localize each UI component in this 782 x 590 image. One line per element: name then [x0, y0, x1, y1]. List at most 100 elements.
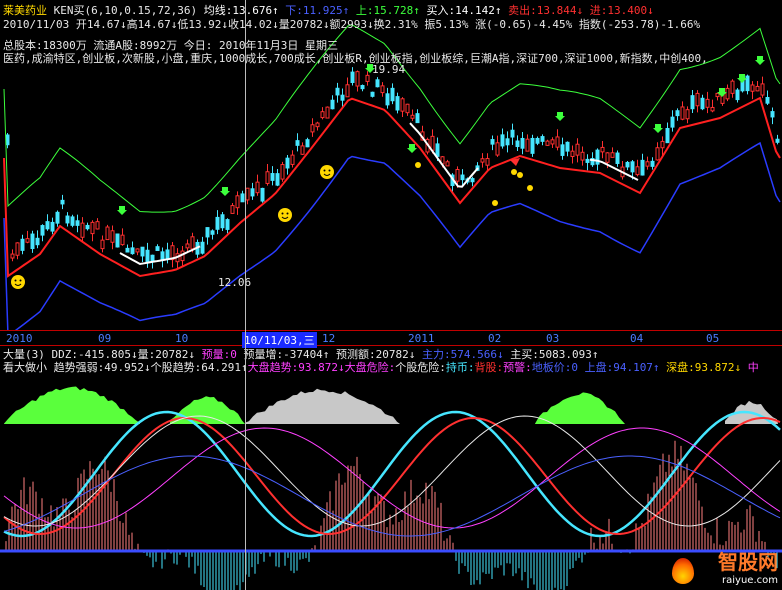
area-green-3: [535, 392, 625, 424]
candle-body: [80, 222, 85, 238]
indicator-2-seg-6: 持币:: [445, 361, 475, 374]
indicator-pane[interactable]: 大量(3) DDZ:-415.805↓量:20782↓ 预量:0 预量增:-37…: [0, 346, 782, 590]
smiley-eye: [328, 169, 331, 172]
candle-body: [55, 211, 60, 224]
candle-body: [520, 137, 525, 149]
indicator-2-seg-8: 预警:: [503, 361, 532, 374]
smiley-icon: [11, 275, 25, 289]
candle-body: [765, 97, 770, 104]
signal-dot: [492, 200, 498, 206]
candle-body: [325, 106, 330, 119]
candle-body: [715, 92, 720, 98]
candle-body: [760, 83, 765, 96]
candle-body: [10, 253, 15, 259]
indicator-2-seg-0: 看大做小: [3, 361, 54, 374]
smiley-eye: [14, 279, 17, 282]
candle-body: [290, 154, 295, 165]
buy-arrow-icon: [220, 187, 230, 196]
candle-body: [65, 215, 70, 224]
candle-body: [650, 160, 655, 167]
candle-body: [565, 141, 570, 152]
indicator-chart[interactable]: [0, 346, 782, 590]
indicator-2-seg-9: 地板价:0: [531, 361, 578, 374]
date-tick-2011: 2011: [408, 332, 435, 345]
candle-body: [385, 93, 390, 106]
candle-body: [305, 139, 310, 148]
candle-body: [85, 224, 90, 230]
candle-body: [120, 234, 125, 246]
candle-body: [210, 230, 215, 235]
candle-body: [20, 238, 25, 251]
candle-body: [630, 161, 635, 173]
kline-chart-pane[interactable]: 莱美药业 KEN买(6,10,0.15,72,36) 均线:13.676↑ 下:…: [0, 0, 782, 330]
date-tick-2010: 2010: [6, 332, 33, 345]
candle-body: [45, 221, 50, 230]
band-lower-blue: [3, 141, 781, 330]
candle-body: [190, 236, 195, 250]
candle-body: [680, 106, 685, 120]
candle-body: [575, 143, 580, 156]
candle-body: [345, 84, 350, 98]
candle-body: [460, 174, 465, 181]
candle-body: [30, 233, 35, 250]
candle-body: [110, 230, 115, 243]
smiley-eye: [323, 169, 326, 172]
candle-body: [125, 247, 130, 253]
candle-body: [140, 246, 145, 257]
candle-body: [365, 74, 370, 82]
buy-arrow-icon: [755, 56, 765, 65]
date-tick-03: 03: [546, 332, 560, 345]
candle-body: [500, 134, 505, 147]
indicator-2-seg-12: 中: [741, 361, 759, 374]
candle-body: [660, 140, 665, 149]
candle-body: [485, 158, 490, 166]
candle-body: [225, 219, 230, 230]
area-green-1: [4, 386, 140, 424]
line-white: [3, 415, 781, 527]
candle-body: [735, 89, 740, 101]
candle-body: [605, 152, 610, 163]
candle-body: [725, 87, 730, 100]
candle-body: [280, 164, 285, 180]
candle-body: [755, 85, 760, 92]
date-tick-10: 10: [175, 332, 189, 345]
candle-body: [295, 140, 300, 146]
candle-body: [480, 158, 485, 163]
candle-body: [160, 251, 165, 261]
smiley-icon: [278, 208, 292, 222]
smiley-eye: [286, 212, 289, 215]
candle-body: [695, 92, 700, 107]
candle-body: [495, 142, 500, 156]
candle-body: [730, 80, 735, 94]
candle-body: [205, 227, 210, 238]
date-tick-02: 02: [488, 332, 502, 345]
candle-body: [550, 139, 555, 145]
candle-body: [50, 221, 55, 232]
candle-body: [380, 85, 385, 94]
ma-line-white-2: [409, 122, 479, 188]
candle-body: [400, 98, 405, 112]
candle-body: [595, 149, 600, 165]
candle-body: [375, 79, 380, 88]
candle-body: [310, 124, 315, 133]
candle-body: [315, 122, 320, 128]
crosshair-vertical: [245, 0, 246, 590]
candle-body: [300, 145, 305, 155]
header-quote-line: 2010/11/03 开14.67↓高14.67↓低13.92↓收14.02↓量…: [3, 18, 701, 31]
indicator-line2: 看大做小 趋势强弱:49.952↓个股趋势:64.291↑大盘趋势:93.872…: [3, 359, 759, 375]
candle-body: [70, 216, 75, 226]
candle-body: [165, 249, 170, 259]
date-tick-05: 05: [706, 332, 720, 345]
signal-dot: [517, 172, 523, 178]
candle-body: [655, 147, 660, 161]
watermark-sub: raiyue.com: [722, 575, 778, 586]
candle-body: [415, 113, 420, 124]
candle-body: [530, 137, 535, 154]
candle-body: [240, 193, 245, 203]
candle-body: [525, 138, 530, 152]
candle-body: [505, 138, 510, 146]
candle-body: [15, 242, 20, 256]
candle-body: [635, 166, 640, 176]
candle-body: [615, 152, 620, 164]
candle-body: [130, 247, 135, 255]
